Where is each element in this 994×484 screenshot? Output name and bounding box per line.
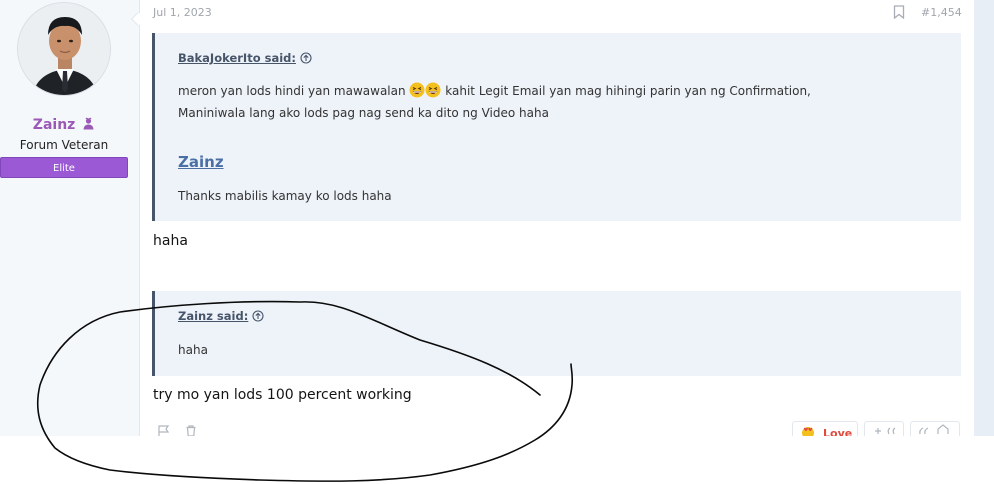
reply-text: haha [153,233,188,249]
arrow-up-circle-icon[interactable] [252,310,264,322]
nested-quote-author[interactable]: Zainz [178,153,224,171]
username-text[interactable]: Zainz [33,117,76,133]
quote-author[interactable]: Zainz said: [178,309,264,323]
avatar-image [18,3,110,95]
reply-icon [919,424,949,435]
user-title: Forum Veteran [19,138,109,152]
post-date[interactable]: Jul 1, 2023 [153,6,212,19]
user-banner: Elite [0,157,128,178]
flag-icon[interactable] [157,425,171,436]
trash-icon[interactable] [184,425,198,436]
crown-user-icon [83,117,94,130]
heart-eyes-icon [802,427,814,436]
quote-author-text[interactable]: Zainz said: [178,309,248,323]
nested-quote-text: Thanks mabilis kamay ko lods haha [178,189,392,203]
right-rail [974,0,994,436]
quote-text-part2: kahit Legit Email yan mag hihingi parin … [445,84,811,98]
plus-quote-icon [875,427,896,435]
bookmark-icon[interactable] [893,5,905,19]
arrow-up-circle-icon[interactable] [300,52,312,64]
quote-text: meron yan lods hindi yan mawawalan kahit… [178,80,811,102]
quote-author-text[interactable]: BakaJokerIto said: [178,51,296,65]
avatar[interactable] [17,2,111,96]
quote-text: haha [178,343,208,357]
username[interactable]: Zainz [0,117,128,133]
quote-text-line2: Maniniwala lang ako lods pag nag send ka… [178,106,549,120]
multiquote-button[interactable] [864,421,904,436]
reply-button[interactable] [910,421,960,436]
love-reaction-label[interactable]: Love [823,427,852,436]
quote-author[interactable]: BakaJokerIto said: [178,51,312,65]
page-bottom [0,436,994,484]
post-number[interactable]: #1,454 [921,6,962,19]
grinning-squinting-face-emoji [425,82,441,98]
quote-block: Zainz said: haha [152,291,961,376]
quote-block: BakaJokerIto said: meron yan lods hindi … [152,33,961,221]
grinning-squinting-face-emoji [409,82,425,98]
user-column: Zainz Forum Veteran Elite [0,0,140,436]
quote-text-part1: meron yan lods hindi yan mawawalan [178,84,406,98]
love-reaction-button[interactable]: Love [792,421,858,436]
reply-text: try mo yan lods 100 percent working [153,387,412,403]
